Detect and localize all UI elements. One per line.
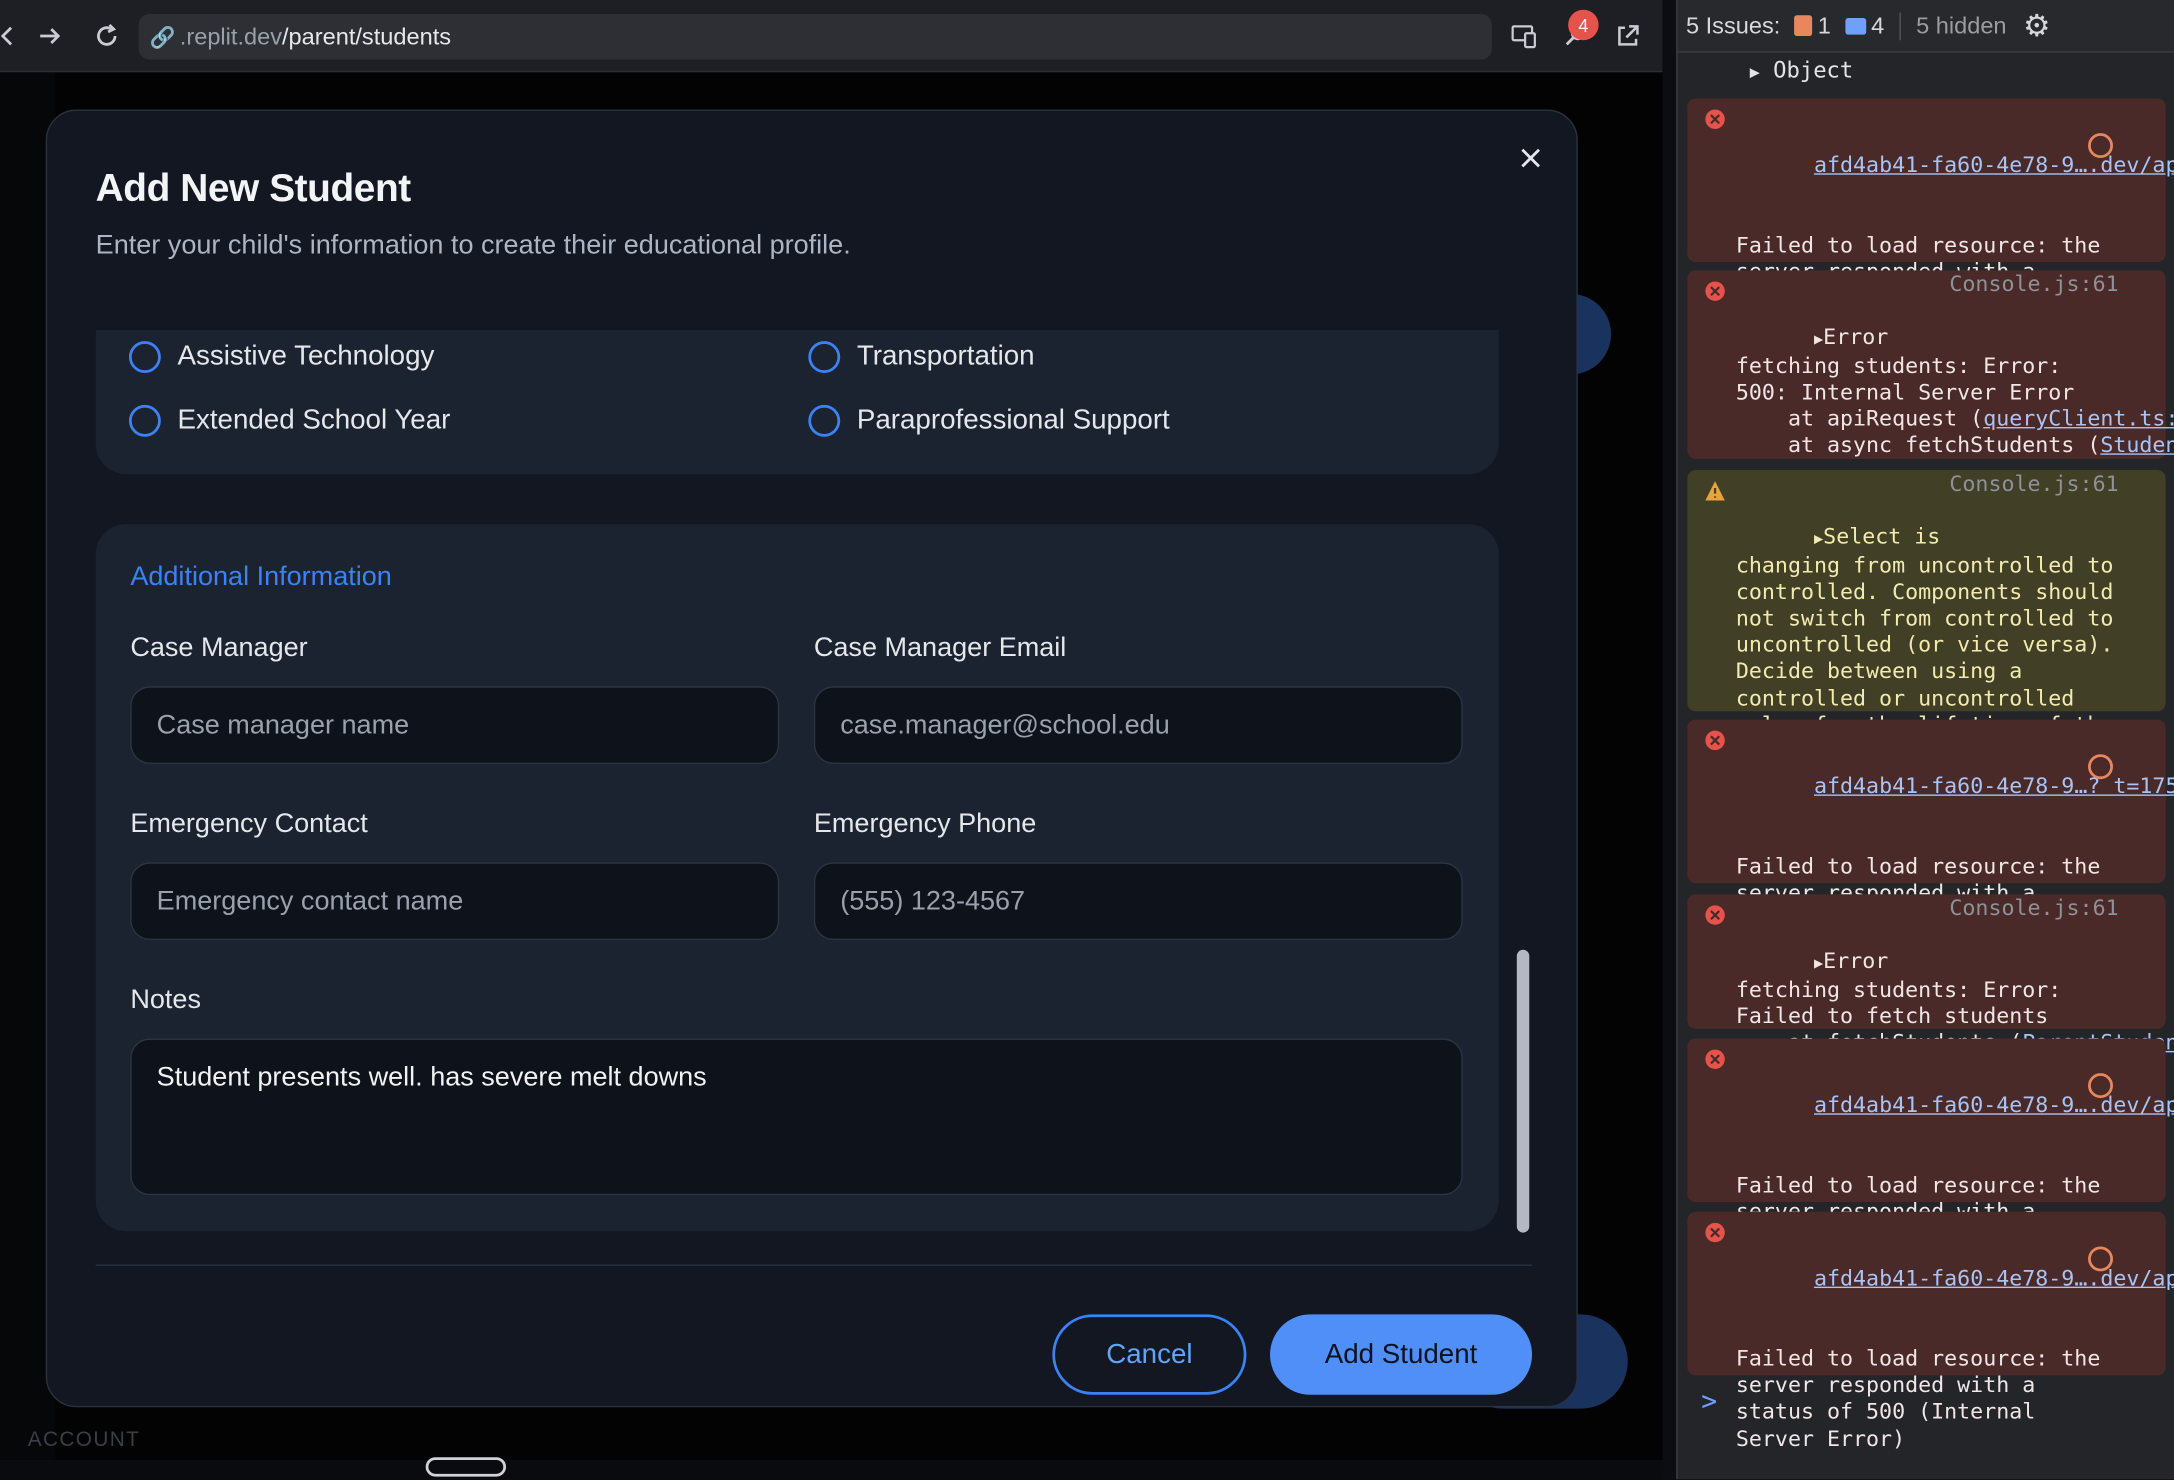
additional-info-card: Additional Information Case Manager Case… bbox=[95, 524, 1499, 1232]
url-path: /parent/students bbox=[281, 22, 452, 50]
resource-link[interactable]: afd4ab41-fa60-4e78-9…? t=175… bbox=[1814, 774, 2174, 799]
message-head: Error bbox=[1823, 948, 1889, 974]
error-icon bbox=[1705, 905, 1725, 925]
source-link[interactable]: Console.js:61 bbox=[1949, 272, 2118, 299]
services-card: Assistive Technology Transportation Exte… bbox=[95, 329, 1499, 475]
case-manager-input[interactable]: Case manager name bbox=[130, 686, 780, 764]
browser-toolbar: 🔗 .replit.dev/parent/students 4 bbox=[0, 0, 1663, 73]
case-manager-email-label: Case Manager Email bbox=[813, 632, 1067, 663]
emergency-phone-label: Emergency Phone bbox=[813, 808, 1037, 839]
settings-gear-icon[interactable]: ⚙ bbox=[2023, 8, 2050, 44]
browser-window: 🔗 .replit.dev/parent/students 4 ACCOUNT … bbox=[0, 0, 1663, 1480]
source-link[interactable]: Console.js:61 bbox=[1949, 471, 2118, 498]
stack-link[interactable]: StudentSelector.tsx:49:24 bbox=[2100, 433, 2174, 458]
emergency-contact-label: Emergency Contact bbox=[130, 808, 368, 839]
source-link[interactable]: Console.js:61 bbox=[1949, 896, 2118, 923]
error-icon bbox=[1705, 1049, 1725, 1069]
error-icon bbox=[1705, 109, 1725, 129]
error-icon bbox=[1705, 730, 1725, 751]
info-issue-icon bbox=[1844, 17, 1866, 34]
hidden-label: 5 hidden bbox=[1916, 11, 2007, 39]
expand-triangle-icon[interactable]: ▶ bbox=[1814, 331, 1823, 349]
radio-icon[interactable] bbox=[808, 341, 841, 373]
resource-link[interactable]: afd4ab41-fa60-4e78-9….dev/ap… bbox=[1814, 1093, 2174, 1118]
console-error: afd4ab41-fa60-4e78-9….dev/ap… Failed to … bbox=[1687, 1038, 2174, 1276]
notes-textarea[interactable]: Student presents well. has severe melt d… bbox=[130, 1038, 1463, 1196]
console-warning: ▶Select is Console.js:61 changing from un… bbox=[1687, 470, 2166, 764]
resize-handle[interactable] bbox=[425, 1457, 507, 1477]
case-manager-email-input[interactable]: case.manager@school.edu bbox=[813, 686, 1463, 764]
form-scroll-area[interactable]: Assistive Technology Transportation Exte… bbox=[95, 329, 1545, 1234]
issues-label: 5 Issues: bbox=[1685, 11, 1781, 39]
resource-link[interactable]: afd4ab41-fa60-4e78-9….dev/ap… bbox=[1814, 153, 2174, 178]
error-icon bbox=[1705, 1222, 1725, 1243]
notes-label: Notes bbox=[130, 984, 201, 1015]
emergency-contact-input[interactable]: Emergency contact name bbox=[130, 862, 780, 941]
console-error: ▶Error Console.js:61 fetching students: E… bbox=[1687, 894, 2174, 1055]
network-icon[interactable] bbox=[2088, 754, 2113, 780]
stack-link[interactable]: queryClient.ts:40:11 bbox=[1983, 406, 2174, 431]
dialog-subtitle: Enter your child's information to create… bbox=[95, 230, 851, 261]
reload-icon[interactable] bbox=[87, 17, 126, 56]
error-issue-count: 1 bbox=[1817, 11, 1831, 39]
message-head: Select is bbox=[1823, 524, 1941, 550]
extension-badge: 4 bbox=[1568, 9, 1599, 41]
section-title: Additional Information bbox=[130, 561, 392, 593]
header-separator bbox=[1899, 11, 1901, 40]
service-option[interactable]: Transportation bbox=[808, 341, 1035, 373]
service-option[interactable]: Assistive Technology bbox=[128, 341, 434, 373]
resource-link[interactable]: afd4ab41-fa60-4e78-9….dev/ap… bbox=[1814, 1266, 2174, 1291]
service-option[interactable]: Extended School Year bbox=[128, 404, 450, 437]
issues-bar[interactable]: 5 Issues: 1 4 5 hidden ⚙ bbox=[1677, 0, 2174, 53]
expand-triangle-icon[interactable]: ▶ bbox=[1814, 954, 1823, 972]
back-arrow-icon[interactable] bbox=[0, 17, 28, 56]
error-issue-icon bbox=[1794, 15, 1813, 37]
warning-icon bbox=[1705, 481, 1725, 501]
url-domain: .replit.dev bbox=[179, 22, 282, 50]
link-icon: 🔗 bbox=[149, 25, 176, 50]
footer-divider bbox=[95, 1264, 1533, 1266]
forward-arrow-icon[interactable] bbox=[31, 17, 70, 56]
expand-triangle-icon[interactable]: ▶ bbox=[1814, 530, 1823, 548]
console-error: afd4ab41-fa60-4e78-9….dev/ap… Failed to … bbox=[1687, 98, 2174, 336]
network-icon[interactable] bbox=[2088, 1073, 2113, 1099]
network-icon[interactable] bbox=[2088, 1246, 2113, 1272]
message-head: Error bbox=[1823, 324, 1889, 350]
background-account-label: ACCOUNT bbox=[27, 1428, 141, 1452]
network-icon[interactable] bbox=[2088, 133, 2113, 159]
emergency-phone-input[interactable]: (555) 123-4567 bbox=[813, 862, 1463, 941]
service-option[interactable]: Paraprofessional Support bbox=[808, 404, 1170, 437]
console-error: afd4ab41-fa60-4e78-9….dev/ap… Failed to … bbox=[1687, 1211, 2174, 1449]
expand-triangle-icon[interactable]: ▶ bbox=[1750, 62, 1760, 81]
devices-icon[interactable] bbox=[1504, 17, 1543, 56]
console-error: afd4ab41-fa60-4e78-9…? t=175… Failed to … bbox=[1687, 719, 2174, 957]
dialog-title: Add New Student bbox=[95, 166, 412, 210]
info-issue-count: 4 bbox=[1871, 11, 1885, 39]
radio-icon[interactable] bbox=[128, 404, 161, 437]
devtools-console: 5 Issues: 1 4 5 hidden ⚙ ▶ Object afd4ab… bbox=[1676, 0, 2174, 1480]
open-external-icon[interactable] bbox=[1608, 17, 1647, 56]
close-icon[interactable] bbox=[1514, 141, 1547, 174]
cancel-button[interactable]: Cancel bbox=[1052, 1314, 1247, 1395]
add-student-dialog: Add New Student Enter your child's infor… bbox=[45, 109, 1578, 1408]
case-manager-label: Case Manager bbox=[130, 632, 308, 663]
radio-icon[interactable] bbox=[808, 404, 841, 437]
console-error: ▶Error Console.js:61 fetching students: E… bbox=[1687, 270, 2174, 459]
radio-icon[interactable] bbox=[128, 341, 161, 373]
add-student-button[interactable]: Add Student bbox=[1270, 1314, 1533, 1395]
message-text: Failed to load resource: the server resp… bbox=[1735, 1346, 2101, 1452]
console-prompt[interactable]: > bbox=[1701, 1386, 1717, 1417]
error-icon bbox=[1705, 281, 1725, 301]
address-bar[interactable]: 🔗 .replit.dev/parent/students bbox=[138, 13, 1492, 60]
scrollbar-thumb[interactable] bbox=[1516, 949, 1530, 1233]
message-text: at async fetchStudents ( bbox=[1735, 432, 2101, 458]
object-entry[interactable]: ▶ Object bbox=[1750, 57, 1854, 83]
